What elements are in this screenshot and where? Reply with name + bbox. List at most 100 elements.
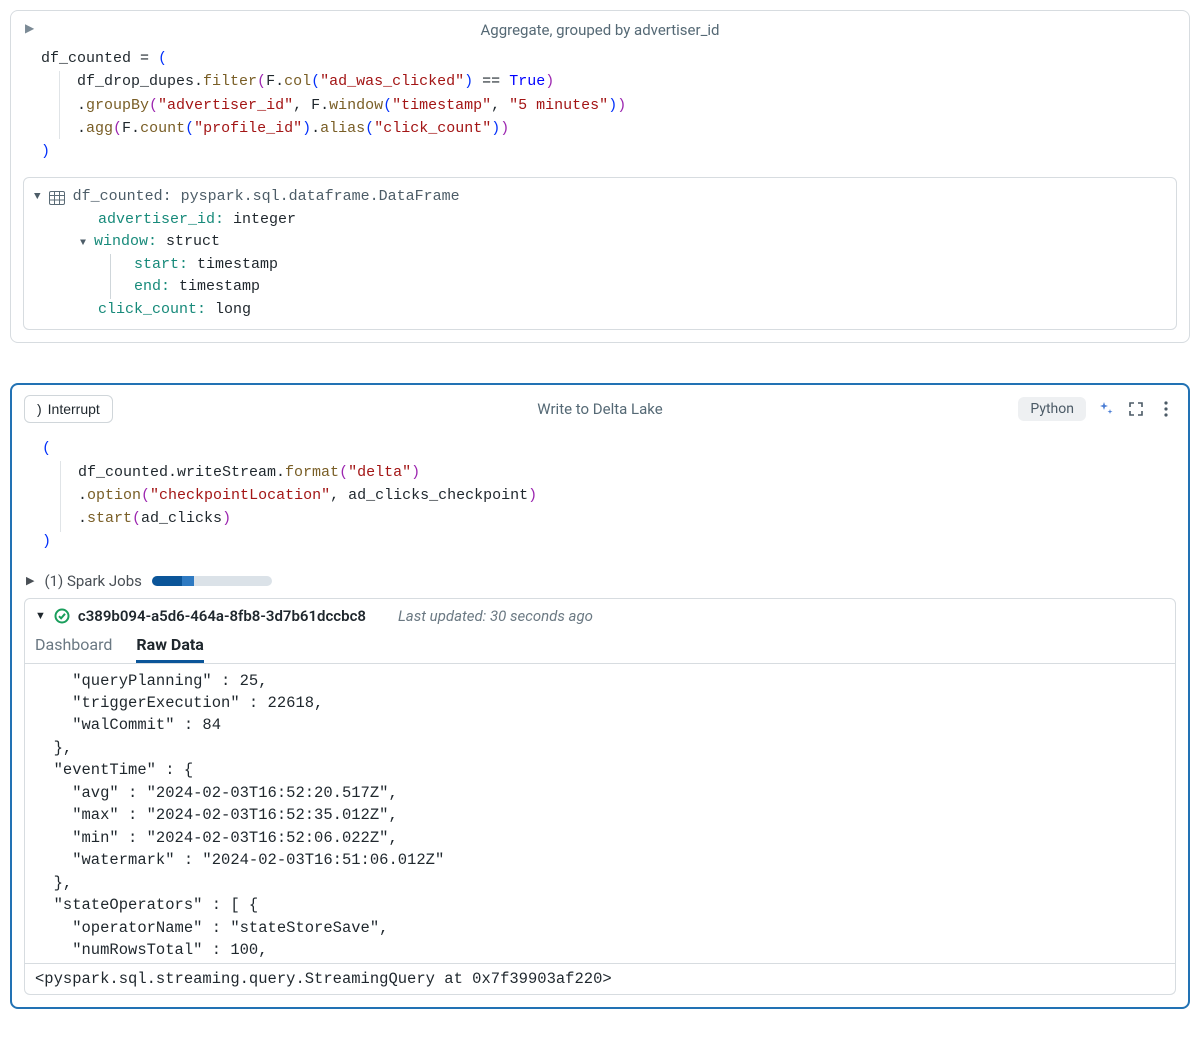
last-updated: Last updated: 30 seconds ago [398, 607, 593, 625]
code-token: F. [122, 120, 140, 137]
status-ok-icon [54, 608, 70, 624]
spark-jobs-row[interactable]: ▶ (1) Spark Jobs [12, 568, 1188, 598]
code-token: ) [42, 533, 51, 550]
raw-data-output[interactable]: "queryPlanning" : 25, "triggerExecution"… [25, 663, 1175, 963]
cell-result: <pyspark.sql.streaming.query.StreamingQu… [24, 964, 1176, 995]
code-token: "click_count" [374, 120, 491, 137]
chevron-right-icon[interactable]: ▶ [26, 574, 34, 587]
button-label: Interrupt [48, 401, 100, 417]
cell-header: ▶ Aggregate, grouped by advertiser_id [11, 11, 1189, 43]
code-token: alias [320, 120, 365, 137]
code-token: ) [500, 120, 509, 137]
schema-field[interactable]: ▼window: struct [80, 231, 1166, 254]
code-token: count [140, 120, 185, 137]
code-token: "advertiser_id" [158, 97, 293, 114]
code-token: ( [185, 120, 194, 137]
interrupt-button[interactable]: Interrupt [24, 395, 113, 423]
code-token: ( [383, 97, 392, 114]
code-token: "5 minutes" [509, 97, 608, 114]
code-token: "timestamp" [392, 97, 491, 114]
code-editor[interactable]: ( df_counted.writeStream.format("delta")… [12, 433, 1188, 567]
cell-title: Aggregate, grouped by advertiser_id [481, 21, 720, 39]
kebab-menu-icon[interactable] [1156, 399, 1176, 419]
code-token: "profile_id" [194, 120, 302, 137]
code-token: ) [302, 120, 311, 137]
code-token: ) [41, 143, 50, 160]
chevron-down-icon[interactable]: ▼ [35, 609, 46, 622]
code-token [473, 73, 482, 90]
stream-tabs: Dashboard Raw Data [25, 631, 1175, 663]
code-editor[interactable]: df_counted = ( df_drop_dupes.filter(F.co… [11, 43, 1189, 177]
cell-header: Interrupt Write to Delta Lake Python [12, 385, 1188, 433]
code-token: = [140, 50, 149, 67]
collapse-icon[interactable]: ▼ [34, 189, 41, 206]
code-token: window [329, 97, 383, 114]
code-token: . [311, 120, 320, 137]
code-token: , F. [293, 97, 329, 114]
spinner-icon [37, 401, 44, 417]
code-token: ) [464, 73, 473, 90]
cell-title: Write to Delta Lake [537, 400, 662, 418]
code-token: True [509, 73, 545, 90]
schema-field: advertiser_id: integer [80, 209, 1166, 232]
code-token: df_counted [41, 50, 140, 67]
streaming-query-panel: ▼ c389b094-a5d6-464a-8fb8-3d7b61dccbc8 L… [24, 598, 1176, 964]
code-token: "delta" [348, 464, 411, 481]
schema-field: click_count: long [80, 299, 1166, 322]
code-token: ( [149, 97, 158, 114]
expand-icon[interactable] [1126, 399, 1146, 419]
code-token: ) [222, 510, 231, 527]
code-token: option [87, 487, 141, 504]
code-token: "ad_was_clicked" [320, 73, 464, 90]
code-token: ) [411, 464, 420, 481]
code-token: col [284, 73, 311, 90]
assistant-icon[interactable] [1096, 399, 1116, 419]
code-token: format [285, 464, 339, 481]
code-token: ( [257, 73, 266, 90]
schema-field: start: timestamp [80, 254, 1166, 277]
code-token: . [42, 510, 87, 527]
spark-jobs-label: (1) Spark Jobs [44, 572, 141, 590]
code-token: ( [149, 50, 167, 67]
code-token: , [491, 97, 509, 114]
code-token: ) [491, 120, 500, 137]
code-token: ) [528, 487, 537, 504]
table-icon [49, 191, 65, 205]
schema-output: ▼ df_counted: pyspark.sql.dataframe.Data… [23, 177, 1177, 330]
code-token: == [482, 73, 500, 90]
progress-bar [152, 576, 272, 586]
code-token: ( [311, 73, 320, 90]
schema-field: end: timestamp [80, 276, 1166, 299]
code-token: start [87, 510, 132, 527]
code-token: ( [339, 464, 348, 481]
code-token: ( [141, 487, 150, 504]
code-token [500, 73, 509, 90]
code-token: ) [617, 97, 626, 114]
code-token: ) [608, 97, 617, 114]
code-token: df_counted.writeStream. [42, 464, 285, 481]
code-token: ad_clicks [141, 510, 222, 527]
cell-toolbar: Python [1018, 397, 1176, 421]
tab-dashboard[interactable]: Dashboard [35, 635, 112, 663]
code-token: groupBy [86, 97, 149, 114]
code-token: ( [42, 440, 51, 457]
code-token: ( [365, 120, 374, 137]
code-token: ( [132, 510, 141, 527]
code-token: df_drop_dupes. [41, 73, 203, 90]
variable-name: df_counted: pyspark.sql.dataframe.DataFr… [73, 186, 460, 209]
stream-header: ▼ c389b094-a5d6-464a-8fb8-3d7b61dccbc8 L… [25, 599, 1175, 631]
code-token: , ad_clicks_checkpoint [330, 487, 528, 504]
code-token: . [42, 487, 87, 504]
run-cell-icon[interactable]: ▶ [25, 21, 34, 35]
code-token: ( [113, 120, 122, 137]
chevron-down-icon[interactable]: ▼ [80, 236, 90, 251]
code-token: . [41, 120, 86, 137]
code-token: agg [86, 120, 113, 137]
notebook-cell-aggregate: ▶ Aggregate, grouped by advertiser_id df… [10, 10, 1190, 343]
language-chip[interactable]: Python [1018, 397, 1086, 421]
code-token: "checkpointLocation" [150, 487, 330, 504]
notebook-cell-write-delta: Interrupt Write to Delta Lake Python ( d… [10, 383, 1190, 1008]
tab-raw-data[interactable]: Raw Data [136, 635, 203, 663]
code-token: filter [203, 73, 257, 90]
code-token: ) [545, 73, 554, 90]
